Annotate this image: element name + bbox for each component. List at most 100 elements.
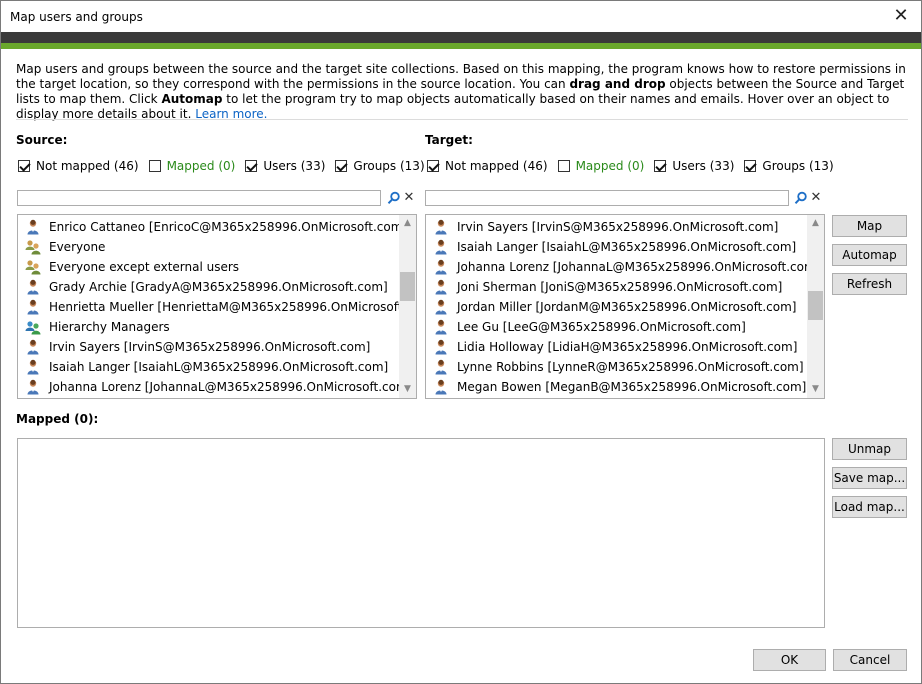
scroll-down-icon[interactable]: ▼ [399,381,416,398]
target-search-input[interactable] [425,190,789,206]
list-item-label: Lee Gu [LeeG@M365x258996.OnMicrosoft.com… [457,320,746,334]
list-item[interactable]: Irvin Sayers [IrvinS@M365x258996.OnMicro… [426,217,778,237]
user-icon [25,279,41,295]
target-scrollbar[interactable]: ▲ ▼ [807,215,824,398]
target-filters: Not mapped (46) Mapped (0) Users (33) Gr… [427,158,844,174]
user-icon [433,359,449,375]
list-item-label: Lidia Holloway [LidiaH@M365x258996.OnMic… [457,340,798,354]
list-item[interactable]: Lidia Holloway [LidiaH@M365x258996.OnMic… [426,337,797,357]
list-item[interactable]: Lee Gu [LeeG@M365x258996.OnMicrosoft.com… [426,317,746,337]
user-icon [433,279,449,295]
target-list[interactable]: Irvin Sayers [IrvinS@M365x258996.OnMicro… [425,214,825,399]
group-icon [25,259,41,275]
list-item-label: Henrietta Mueller [HenriettaM@M365x25899… [49,300,417,314]
filter-label: Mapped (0) [166,159,236,173]
separator [16,119,908,120]
target-filter-groups[interactable]: Groups (13) [744,159,834,173]
list-item[interactable]: Irvin Sayers [IrvinS@M365x258996.OnMicro… [18,337,370,357]
target-search-icon[interactable] [794,191,808,205]
load-map-button[interactable]: Load map... [832,496,907,518]
user-icon [433,219,449,235]
save-map-button[interactable]: Save map... [832,467,907,489]
filter-label: Groups (13) [762,159,834,173]
list-item[interactable]: Johanna Lorenz [JohannaL@M365x258996.OnM… [18,377,412,397]
list-item-label: Irvin Sayers [IrvinS@M365x258996.OnMicro… [457,220,779,234]
scroll-down-icon[interactable]: ▼ [807,381,824,398]
checkbox-checked[interactable] [744,160,757,172]
source-filter-mapped[interactable]: Mapped (0) [148,159,236,173]
user-icon [433,339,449,355]
header-band-dark [1,32,921,43]
source-list[interactable]: Enrico Cattaneo [EnricoC@M365x258996.OnM… [17,214,417,399]
source-filters: Not mapped (46) Mapped (0) Users (33) Gr… [18,158,435,174]
list-item-label: Isaiah Langer [IsaiahL@M365x258996.OnMic… [457,240,797,254]
scrollbar-thumb[interactable] [808,291,823,320]
source-search-input[interactable] [17,190,381,206]
user-icon [433,239,449,255]
filter-label: Groups (13) [353,159,425,173]
user-icon [25,379,41,395]
checkbox-checked[interactable] [335,160,348,172]
filter-label: Users (33) [672,159,735,173]
scroll-up-icon[interactable]: ▲ [399,215,416,232]
list-item-label: Enrico Cattaneo [EnricoC@M365x258996.OnM… [49,220,408,234]
list-item[interactable]: Johanna Lorenz [JohannaL@M365x258996.OnM… [426,257,820,277]
list-item-label: Irvin Sayers [IrvinS@M365x258996.OnMicro… [49,340,371,354]
list-item[interactable]: Lynne Robbins [LynneR@M365x258996.OnMicr… [426,357,804,377]
list-item-label: Lynne Robbins [LynneR@M365x258996.OnMicr… [457,360,804,374]
source-filter-users[interactable]: Users (33) [245,159,325,173]
checkbox-checked[interactable] [427,160,439,172]
checkbox-unchecked[interactable] [557,160,570,172]
checkbox-checked[interactable] [654,160,667,172]
cancel-button[interactable]: Cancel [833,649,907,671]
list-item[interactable]: Enrico Cattaneo [EnricoC@M365x258996.OnM… [18,217,407,237]
filter-label: Not mapped (46) [445,159,548,173]
list-item[interactable]: Jordan Miller [JordanM@M365x258996.OnMic… [426,297,796,317]
list-item[interactable]: Everyone except external users [18,257,239,277]
list-item-label: Johanna Lorenz [JohannaL@M365x258996.OnM… [457,260,821,274]
target-filter-mapped[interactable]: Mapped (0) [557,159,645,173]
target-filter-users[interactable]: Users (33) [654,159,734,173]
list-item[interactable]: Isaiah Langer [IsaiahL@M365x258996.OnMic… [18,357,388,377]
list-item[interactable]: Megan Bowen [MeganB@M365x258996.OnMicros… [426,377,806,397]
mapped-list[interactable] [17,438,825,628]
scrollbar-thumb[interactable] [400,272,415,301]
list-item-label: Jordan Miller [JordanM@M365x258996.OnMic… [457,300,797,314]
close-icon[interactable]: ✕ [889,4,913,28]
checkbox-checked[interactable] [18,160,30,172]
list-item-label: Everyone [49,240,106,254]
description-text: Map users and groups between the source … [16,62,906,122]
filter-label: Users (33) [263,159,326,173]
checkbox-unchecked[interactable] [148,160,161,172]
map-button[interactable]: Map [832,215,907,237]
source-scrollbar[interactable]: ▲ ▼ [399,215,416,398]
source-search-icon[interactable] [387,191,401,205]
list-item[interactable]: Grady Archie [GradyA@M365x258996.OnMicro… [18,277,388,297]
refresh-button[interactable]: Refresh [832,273,907,295]
title-bar: Map users and groups ✕ [1,1,921,32]
scroll-up-icon[interactable]: ▲ [807,215,824,232]
filter-label: Mapped (0) [575,159,645,173]
unmap-button[interactable]: Unmap [832,438,907,460]
group-icon [25,239,41,255]
list-item[interactable]: Isaiah Langer [IsaiahL@M365x258996.OnMic… [426,237,796,257]
list-item[interactable]: Henrietta Mueller [HenriettaM@M365x25899… [18,297,417,317]
ok-button[interactable]: OK [753,649,826,671]
source-clear-search-icon[interactable]: ✕ [403,191,415,205]
target-filter-not-mapped[interactable]: Not mapped (46) [427,159,548,173]
source-filter-groups[interactable]: Groups (13) [335,159,425,173]
list-item[interactable]: Joni Sherman [JoniS@M365x258996.OnMicros… [426,277,782,297]
automap-button[interactable]: Automap [832,244,907,266]
user-icon [433,319,449,335]
list-item[interactable]: Everyone [18,237,105,257]
checkbox-checked[interactable] [245,160,258,172]
window-title: Map users and groups [10,10,143,24]
source-filter-not-mapped[interactable]: Not mapped (46) [18,159,139,173]
user-icon [433,379,449,395]
list-item-label: Everyone except external users [49,260,240,274]
user-icon [25,359,41,375]
list-item-label: Megan Bowen [MeganB@M365x258996.OnMicros… [457,380,807,394]
target-clear-search-icon[interactable]: ✕ [810,191,822,205]
list-item[interactable]: Hierarchy Managers [18,317,170,337]
user-icon [25,339,41,355]
